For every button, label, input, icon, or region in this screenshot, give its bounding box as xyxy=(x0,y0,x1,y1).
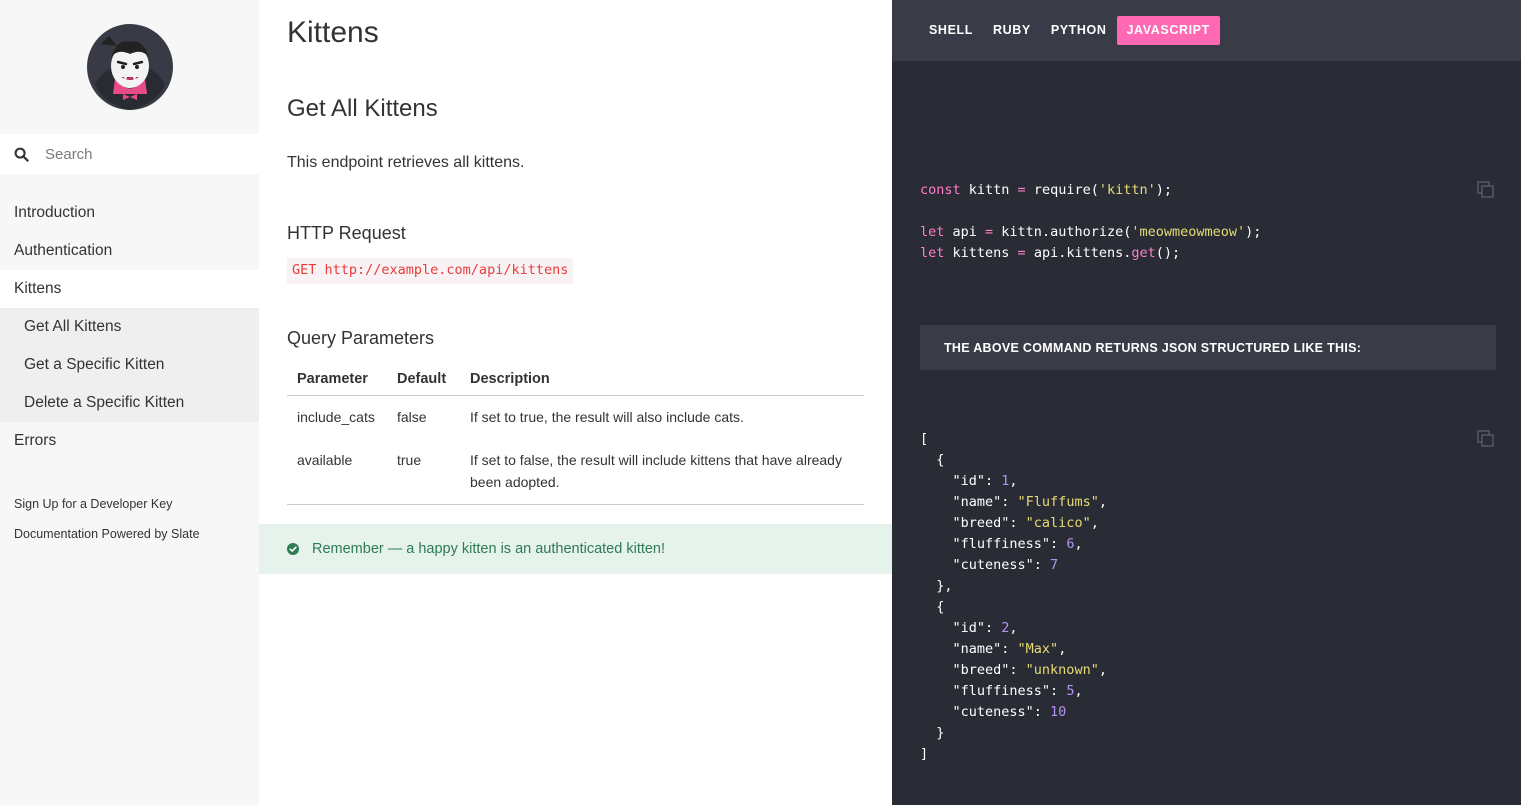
column-header-description: Description xyxy=(460,364,864,396)
code-line: const kittn = require('kittn'); xyxy=(920,182,1173,198)
sidebar: Introduction Authentication Kittens Get … xyxy=(0,0,259,805)
logo-area xyxy=(0,0,259,134)
sidebar-footer: Sign Up for a Developer Key Documentatio… xyxy=(14,494,200,554)
toc-item-authentication[interactable]: Authentication xyxy=(0,232,259,270)
table-of-contents: Introduction Authentication Kittens Get … xyxy=(0,194,259,460)
response-label: THE ABOVE COMMAND RETURNS JSON STRUCTURE… xyxy=(920,325,1496,370)
column-header-default: Default xyxy=(387,364,460,396)
json-response-sample: [ { "id": 1, "name": "Fluffums", "breed"… xyxy=(920,431,1107,762)
code-panel: SHELL RUBY PYTHON JAVASCRIPT const kittn… xyxy=(892,0,1521,805)
vampire-logo-icon[interactable] xyxy=(86,24,173,110)
success-notice: Remember — a happy kitten is an authenti… xyxy=(259,524,892,574)
query-parameters-heading: Query Parameters xyxy=(287,328,435,348)
toc-item-kittens[interactable]: Kittens xyxy=(0,270,259,308)
page-title: Kittens xyxy=(287,16,379,49)
http-request-code: GET http://example.com/api/kittens xyxy=(287,258,574,284)
code-line: let kittens = api.kittens.get(); xyxy=(920,245,1181,261)
toc-item-delete-specific-kitten[interactable]: Delete a Specific Kitten xyxy=(0,384,259,422)
endpoint-description: This endpoint retrieves all kittens. xyxy=(287,154,525,171)
developer-key-link[interactable]: Sign Up for a Developer Key xyxy=(14,494,200,524)
parameter-name: available xyxy=(287,438,387,505)
copy-icon[interactable] xyxy=(1477,430,1495,448)
notice-text: Remember — a happy kitten is an authenti… xyxy=(312,541,666,557)
column-header-parameter: Parameter xyxy=(287,364,387,396)
parameter-name: include_cats xyxy=(297,408,375,425)
search-input[interactable] xyxy=(45,145,235,163)
tab-ruby[interactable]: RUBY xyxy=(983,16,1041,45)
tab-shell[interactable]: SHELL xyxy=(919,16,983,45)
section-title: Get All Kittens xyxy=(287,95,438,122)
parameter-description: If set to true, the result will also inc… xyxy=(470,408,744,425)
parameters-table: Parameter Default Description include_ca… xyxy=(287,364,864,505)
parameter-description: If set to false, the result will include… xyxy=(460,438,864,505)
code-line: let api = kittn.authorize('meowmeowmeow'… xyxy=(920,224,1262,240)
search-box xyxy=(0,134,259,174)
parameter-default: true xyxy=(387,438,460,505)
toc-item-get-all-kittens[interactable]: Get All Kittens xyxy=(0,308,259,346)
table-row: available true If set to false, the resu… xyxy=(287,438,864,505)
copy-icon[interactable] xyxy=(1477,181,1495,199)
http-request-heading: HTTP Request xyxy=(287,223,406,243)
parameter-default: false xyxy=(397,408,427,425)
check-circle-icon xyxy=(287,543,299,555)
language-selector: SHELL RUBY PYTHON JAVASCRIPT xyxy=(892,0,1521,61)
table-header-row: Parameter Default Description xyxy=(287,364,864,396)
toc-item-get-specific-kitten[interactable]: Get a Specific Kitten xyxy=(0,346,259,384)
tab-python[interactable]: PYTHON xyxy=(1041,16,1117,45)
powered-by-slate-link[interactable]: Documentation Powered by Slate xyxy=(14,524,200,554)
javascript-code-sample: const kittn = require('kittn'); let api … xyxy=(920,180,1261,264)
search-icon xyxy=(14,147,29,162)
toc-item-errors[interactable]: Errors xyxy=(0,422,259,460)
table-row: include_cats false If set to true, the r… xyxy=(287,395,864,439)
toc-item-introduction[interactable]: Introduction xyxy=(0,194,259,232)
tab-javascript[interactable]: JAVASCRIPT xyxy=(1116,16,1220,45)
